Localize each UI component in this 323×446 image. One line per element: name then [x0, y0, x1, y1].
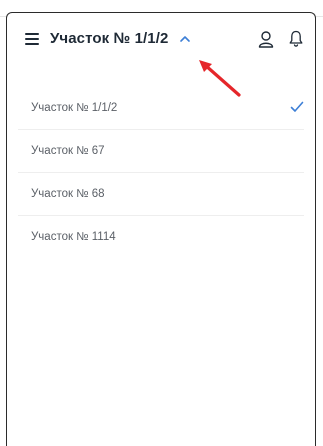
list-item-label: Участок № 1114 [31, 231, 116, 243]
chevron-up-icon[interactable] [179, 34, 191, 44]
plot-list: Участок № 1/1/2 Участок № 67 Участок № 6… [7, 87, 315, 258]
list-item[interactable]: Участок № 1114 [18, 216, 304, 258]
hamburger-menu-icon[interactable] [25, 33, 39, 45]
list-item-label: Участок № 1/1/2 [31, 102, 118, 114]
list-item[interactable]: Участок № 1/1/2 [18, 87, 304, 130]
list-item-label: Участок № 67 [31, 145, 105, 157]
list-item-label: Участок № 68 [31, 188, 105, 200]
page-title[interactable]: Участок № 1/1/2 [50, 30, 168, 47]
app-screen: Участок № 1/1/2 Участок № 1/1/2 Участок … [0, 0, 323, 446]
checkmark-icon [290, 101, 304, 112]
list-item[interactable]: Участок № 68 [18, 173, 304, 216]
list-item[interactable]: Участок № 67 [18, 130, 304, 173]
bell-icon[interactable] [289, 30, 303, 48]
header: Участок № 1/1/2 [7, 13, 315, 97]
device-frame: Участок № 1/1/2 Участок № 1/1/2 Участок … [6, 12, 316, 446]
user-icon[interactable] [258, 31, 274, 48]
